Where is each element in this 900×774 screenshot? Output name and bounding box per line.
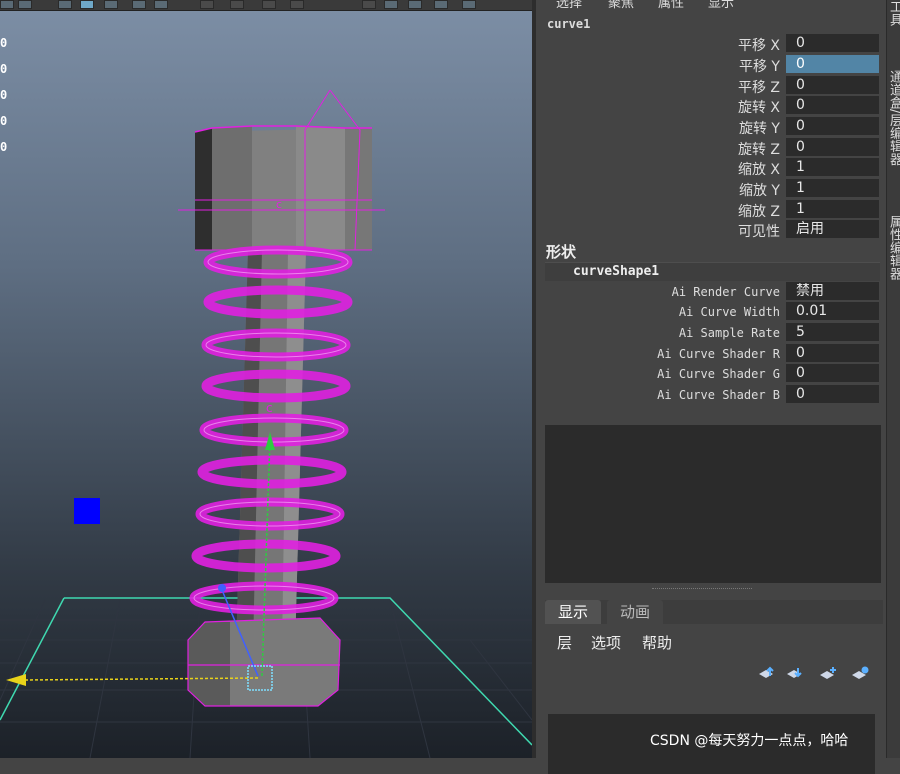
attr-value-field[interactable]: 0: [786, 117, 879, 135]
tab-animation[interactable]: 动画: [607, 600, 664, 624]
attr-row-ai-curve-shader-g[interactable]: Ai Curve Shader G 0: [536, 364, 886, 383]
attr-row-translate-y[interactable]: 平移 Y 0: [536, 55, 886, 75]
attr-value-field[interactable]: 1: [786, 200, 879, 218]
tab-display[interactable]: 显示: [545, 600, 602, 624]
attr-value-field[interactable]: 5: [786, 323, 879, 341]
side-tab-channel-box[interactable]: 通道盒/层编辑器: [887, 70, 900, 200]
attr-value-field[interactable]: 0: [786, 344, 879, 362]
attr-label: Ai Curve Shader G: [657, 367, 780, 381]
attr-row-ai-curve-width[interactable]: Ai Curve Width 0.01: [536, 302, 886, 321]
move-layer-up-icon[interactable]: [755, 664, 777, 684]
attr-value-field[interactable]: 0: [786, 96, 879, 114]
notes-area[interactable]: [545, 425, 881, 583]
attr-row-ai-sample-rate[interactable]: Ai Sample Rate 5: [536, 323, 886, 342]
attr-label: 平移 Z: [737, 80, 780, 96]
attr-label: 平移 X: [737, 38, 780, 54]
menu-show[interactable]: 显示: [708, 0, 734, 10]
side-tabs: 工具 通道盒/层编辑器 属性编辑器: [886, 0, 900, 758]
menu-attributes[interactable]: 属性: [658, 0, 684, 10]
attr-row-ai-render-curve[interactable]: Ai Render Curve 禁用: [536, 282, 886, 301]
attr-value-field[interactable]: 禁用: [786, 282, 879, 300]
attr-row-rotate-y[interactable]: 旋转 Y 0: [536, 117, 886, 137]
attr-row-ai-curve-shader-b[interactable]: Ai Curve Shader B 0: [536, 385, 886, 404]
attr-row-scale-x[interactable]: 缩放 X 1: [536, 158, 886, 178]
attr-label: Ai Curve Shader R: [657, 347, 780, 361]
attr-value-field[interactable]: 启用: [786, 220, 879, 238]
shape-node-name: curveShape1: [573, 264, 660, 279]
channel-box-panel: 选择 聚焦 属性 显示 curve1 平移 X 0 平移 Y 0 平移 Z 0 …: [532, 0, 900, 774]
attr-row-visibility[interactable]: 可见性 启用: [536, 220, 886, 240]
attr-label: 可见性: [738, 224, 780, 240]
attr-row-scale-z[interactable]: 缩放 Z 1: [536, 200, 886, 220]
attr-row-rotate-z[interactable]: 旋转 Z 0: [536, 138, 886, 158]
attr-value-field-selected[interactable]: 0: [786, 55, 879, 73]
shape-node-header[interactable]: curveShape1: [545, 262, 880, 281]
attr-value-field[interactable]: 1: [786, 158, 879, 176]
attr-row-rotate-x[interactable]: 旋转 X 0: [536, 96, 886, 116]
new-layer-from-selection-icon[interactable]: [849, 664, 871, 684]
grid-border-left: [0, 597, 65, 721]
side-tab-attribute-editor[interactable]: 属性编辑器: [887, 215, 900, 295]
menu-select[interactable]: 选择: [556, 0, 582, 10]
watermark: CSDN @每天努力一点点，哈哈: [650, 733, 849, 749]
attr-value-field[interactable]: 0: [786, 138, 879, 156]
panel-splitter[interactable]: [652, 588, 752, 591]
attr-value-field[interactable]: 0: [786, 385, 879, 403]
blue-manipulator-handle[interactable]: [74, 498, 100, 524]
attr-row-scale-y[interactable]: 缩放 Y 1: [536, 179, 886, 199]
shapes-section-label: 形状: [546, 243, 577, 261]
attr-label: Ai Curve Shader B: [657, 388, 780, 402]
attr-label: Ai Render Curve: [671, 285, 780, 299]
attr-label: Ai Sample Rate: [678, 326, 780, 340]
attr-label: 缩放 X: [737, 162, 780, 178]
node-name[interactable]: curve1: [547, 17, 590, 31]
attr-value-field[interactable]: 1: [786, 179, 879, 197]
attr-label: 旋转 X: [737, 100, 780, 116]
svg-text:c: c: [276, 198, 282, 211]
move-layer-down-icon[interactable]: [783, 664, 805, 684]
new-layer-icon[interactable]: [817, 664, 839, 684]
attr-value-field[interactable]: 0: [786, 34, 879, 52]
attr-label: 平移 Y: [738, 59, 780, 75]
menu-options[interactable]: 选项: [591, 632, 621, 653]
attr-row-ai-curve-shader-r[interactable]: Ai Curve Shader R 0: [536, 344, 886, 363]
attr-label: Ai Curve Width: [678, 305, 780, 319]
attr-label: 缩放 Z: [737, 204, 780, 220]
side-tab-toolbox[interactable]: 工具: [887, 0, 900, 40]
menu-focus[interactable]: 聚焦: [608, 0, 634, 10]
attr-label: 旋转 Z: [737, 142, 780, 158]
channel-box-menubar: 选择 聚焦 属性 显示: [536, 0, 886, 10]
svg-text:c: c: [266, 401, 273, 415]
attr-row-translate-x[interactable]: 平移 X 0: [536, 34, 886, 54]
attr-value-field[interactable]: 0: [786, 364, 879, 382]
scene-render: c c: [0, 89, 532, 758]
attr-value-field[interactable]: 0.01: [786, 302, 879, 320]
attr-label: 缩放 Y: [738, 183, 780, 199]
menu-layers[interactable]: 层: [557, 632, 572, 653]
attr-label: 旋转 Y: [738, 121, 780, 137]
attr-row-translate-z[interactable]: 平移 Z 0: [536, 76, 886, 96]
attr-value-field[interactable]: 0: [786, 76, 879, 94]
menu-help[interactable]: 帮助: [642, 632, 672, 653]
3d-viewport[interactable]: 0 0 0 0 0 c c: [0, 0, 532, 758]
